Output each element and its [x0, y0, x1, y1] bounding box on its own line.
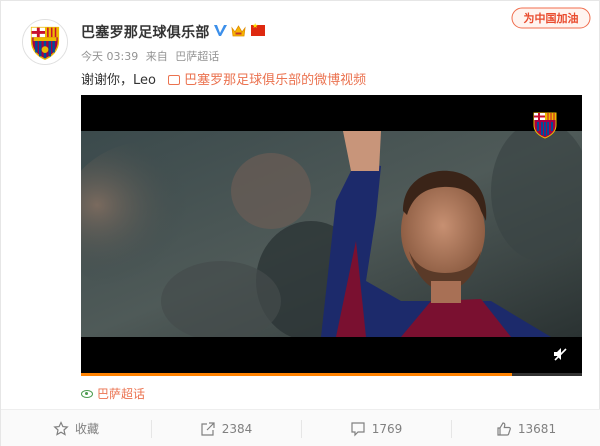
weibo-post-card: 巴塞罗那足球俱乐部 为中国加油 今天 03:39 来自 巴萨超话 谢谢你，Leo…: [0, 0, 600, 446]
post-time[interactable]: 今天 03:39: [81, 50, 138, 63]
like-button[interactable]: 13681: [451, 410, 600, 446]
video-link[interactable]: 巴塞罗那足球俱乐部的微博视频: [168, 73, 366, 88]
verified-v-icon: [214, 25, 227, 36]
video-link-label: 巴塞罗那足球俱乐部的微博视频: [184, 73, 367, 88]
china-flag-icon: [251, 22, 265, 36]
share-icon: [201, 421, 215, 436]
video-progress-fill: [81, 373, 512, 376]
video-still-image: [81, 131, 582, 337]
thumbs-up-icon: [497, 421, 511, 436]
share-button[interactable]: 2384: [151, 410, 301, 446]
comment-icon: [351, 421, 365, 436]
super-topic-link[interactable]: 巴萨超话: [81, 385, 145, 402]
fc-barcelona-crest-icon: [23, 20, 67, 64]
corner-badge: 为中国加油: [511, 7, 591, 29]
source-link[interactable]: 巴萨超话: [175, 50, 219, 63]
video-icon: [168, 75, 181, 85]
post-meta: 今天 03:39 来自 巴萨超话: [81, 48, 223, 64]
video-player[interactable]: [81, 95, 582, 376]
like-count: 13681: [517, 421, 557, 436]
video-frame: [81, 131, 582, 337]
post-body: 谢谢你，Leo: [81, 73, 156, 88]
username[interactable]: 巴塞罗那足球俱乐部: [81, 22, 210, 42]
share-count: 2384: [221, 421, 253, 436]
corner-badge-text: 为中国加油: [524, 11, 579, 25]
star-icon: [53, 420, 69, 436]
video-progress-bar[interactable]: [81, 373, 582, 376]
post-text: 谢谢你，Leo 巴塞罗那足球俱乐部的微博视频: [81, 69, 366, 88]
favorite-label: 收藏: [74, 422, 99, 436]
super-topic-label: 巴萨超话: [97, 387, 146, 401]
barcelona-watermark-icon: [533, 112, 557, 139]
favorite-button[interactable]: 收藏: [1, 410, 151, 446]
mute-icon[interactable]: [552, 346, 568, 362]
vip-crown-icon: [231, 25, 246, 37]
source-prefix: 来自: [145, 50, 168, 63]
comment-count: 1769: [371, 421, 403, 436]
avatar[interactable]: [22, 19, 68, 65]
super-topic-icon: [81, 390, 93, 398]
action-bar: 收藏 2384 1769 13681: [1, 409, 600, 446]
comment-button[interactable]: 1769: [301, 410, 451, 446]
